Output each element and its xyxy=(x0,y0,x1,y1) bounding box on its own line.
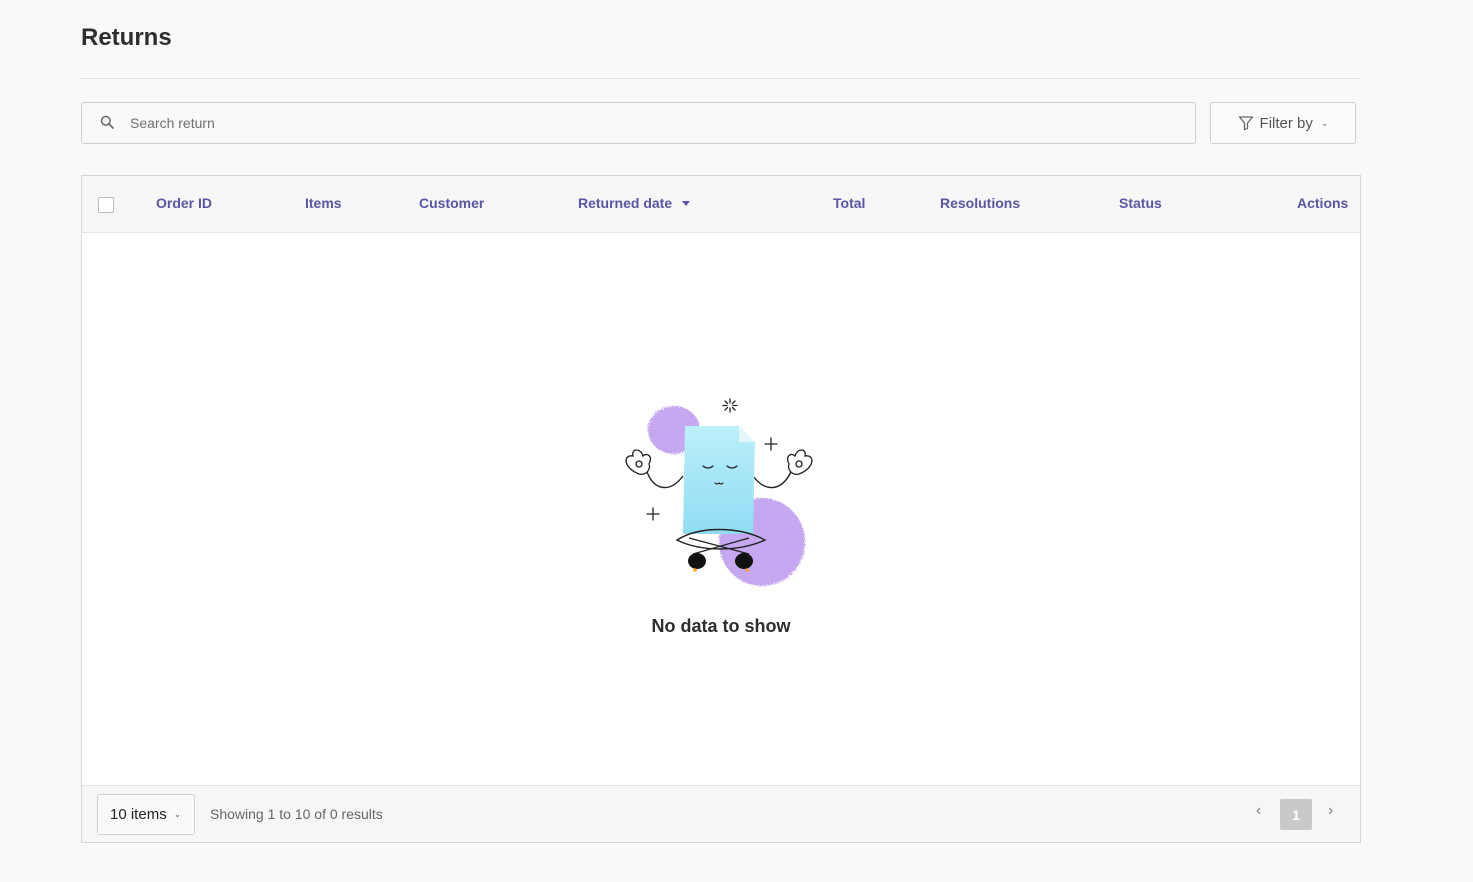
page-size-select[interactable]: 10 items ⌄ xyxy=(97,794,195,835)
chevron-down-icon: ⌄ xyxy=(1320,117,1329,128)
filter-button[interactable]: Filter by ⌄ xyxy=(1210,102,1356,144)
page-size-label: 10 items xyxy=(110,806,167,823)
results-summary: Showing 1 to 10 of 0 results xyxy=(210,806,383,822)
column-header-items[interactable]: Items xyxy=(305,195,342,211)
chevron-down-icon: ⌄ xyxy=(173,809,182,819)
table-footer: 10 items ⌄ Showing 1 to 10 of 0 results … xyxy=(82,785,1360,842)
current-page-button[interactable]: 1 xyxy=(1280,799,1312,830)
column-header-status[interactable]: Status xyxy=(1119,195,1162,211)
search-icon xyxy=(100,115,116,131)
search-box[interactable] xyxy=(81,102,1196,144)
meditating-document-illustration xyxy=(625,398,813,586)
column-header-returned-date[interactable]: Returned date xyxy=(578,195,672,211)
sort-descending-icon[interactable] xyxy=(682,201,690,206)
previous-page-button[interactable]: ‹ xyxy=(1256,802,1261,820)
select-all-checkbox[interactable] xyxy=(98,197,114,213)
filter-button-label: Filter by xyxy=(1259,114,1313,132)
page-title: Returns xyxy=(81,24,172,51)
empty-state-message: No data to show xyxy=(651,616,791,636)
column-header-customer[interactable]: Customer xyxy=(419,195,484,211)
column-header-actions[interactable]: Actions xyxy=(1297,195,1348,211)
search-input[interactable] xyxy=(130,103,1195,143)
filter-icon xyxy=(1238,115,1254,131)
empty-state: No data to show xyxy=(82,233,1360,785)
title-divider xyxy=(81,78,1361,79)
column-header-resolutions[interactable]: Resolutions xyxy=(940,195,1020,211)
returns-table: Order ID Items Customer Returned date To… xyxy=(81,175,1361,843)
column-header-total[interactable]: Total xyxy=(833,195,865,211)
column-header-order-id[interactable]: Order ID xyxy=(156,195,212,211)
table-header: Order ID Items Customer Returned date To… xyxy=(82,176,1360,233)
next-page-button[interactable]: › xyxy=(1328,802,1333,820)
